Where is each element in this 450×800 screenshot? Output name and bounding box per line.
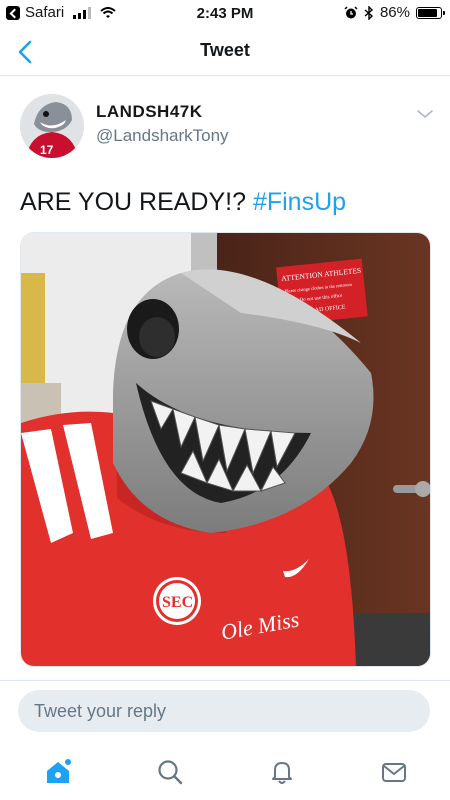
search-icon xyxy=(158,760,183,785)
tweet-text: ARE YOU READY!? #FinsUp xyxy=(20,188,346,217)
battery-percent: 86% xyxy=(379,4,410,21)
status-bar: Safari 2:43 PM 86% xyxy=(0,0,450,28)
hashtag-link[interactable]: #FinsUp xyxy=(253,188,346,216)
tab-notifications[interactable] xyxy=(262,752,302,792)
user-handle[interactable]: @LandsharkTony xyxy=(96,126,229,146)
tweet-media-image[interactable]: ATTENTION ATHLETES Please change clothes… xyxy=(20,232,431,667)
shark-avatar-image: 17 xyxy=(20,94,84,158)
battery-icon xyxy=(416,6,445,19)
bluetooth-icon xyxy=(364,5,373,20)
battery-level xyxy=(418,8,437,17)
status-right: 86% xyxy=(344,4,445,21)
home-icon xyxy=(47,759,71,783)
reply-input[interactable]: Tweet your reply xyxy=(18,690,430,732)
svg-text:17: 17 xyxy=(40,143,54,157)
page-title: Tweet xyxy=(200,40,250,60)
tab-bar xyxy=(0,744,450,800)
tweet-body: ARE YOU READY!? xyxy=(20,188,253,216)
sec-patch-text: SEC xyxy=(162,594,193,611)
avatar[interactable]: 17 xyxy=(20,94,84,158)
display-name[interactable]: LANDSH47K xyxy=(96,102,203,122)
mascot-photo: ATTENTION ATHLETES Please change clothes… xyxy=(21,233,430,666)
tab-home[interactable] xyxy=(38,752,78,792)
tab-messages[interactable] xyxy=(374,752,414,792)
notifications-icon xyxy=(272,762,292,784)
tab-search[interactable] xyxy=(150,752,190,792)
alarm-icon xyxy=(344,5,358,18)
messages-icon xyxy=(382,763,406,782)
chevron-down-icon[interactable] xyxy=(416,108,434,120)
reply-divider xyxy=(0,680,450,681)
nav-bar: Tweet xyxy=(0,28,450,76)
